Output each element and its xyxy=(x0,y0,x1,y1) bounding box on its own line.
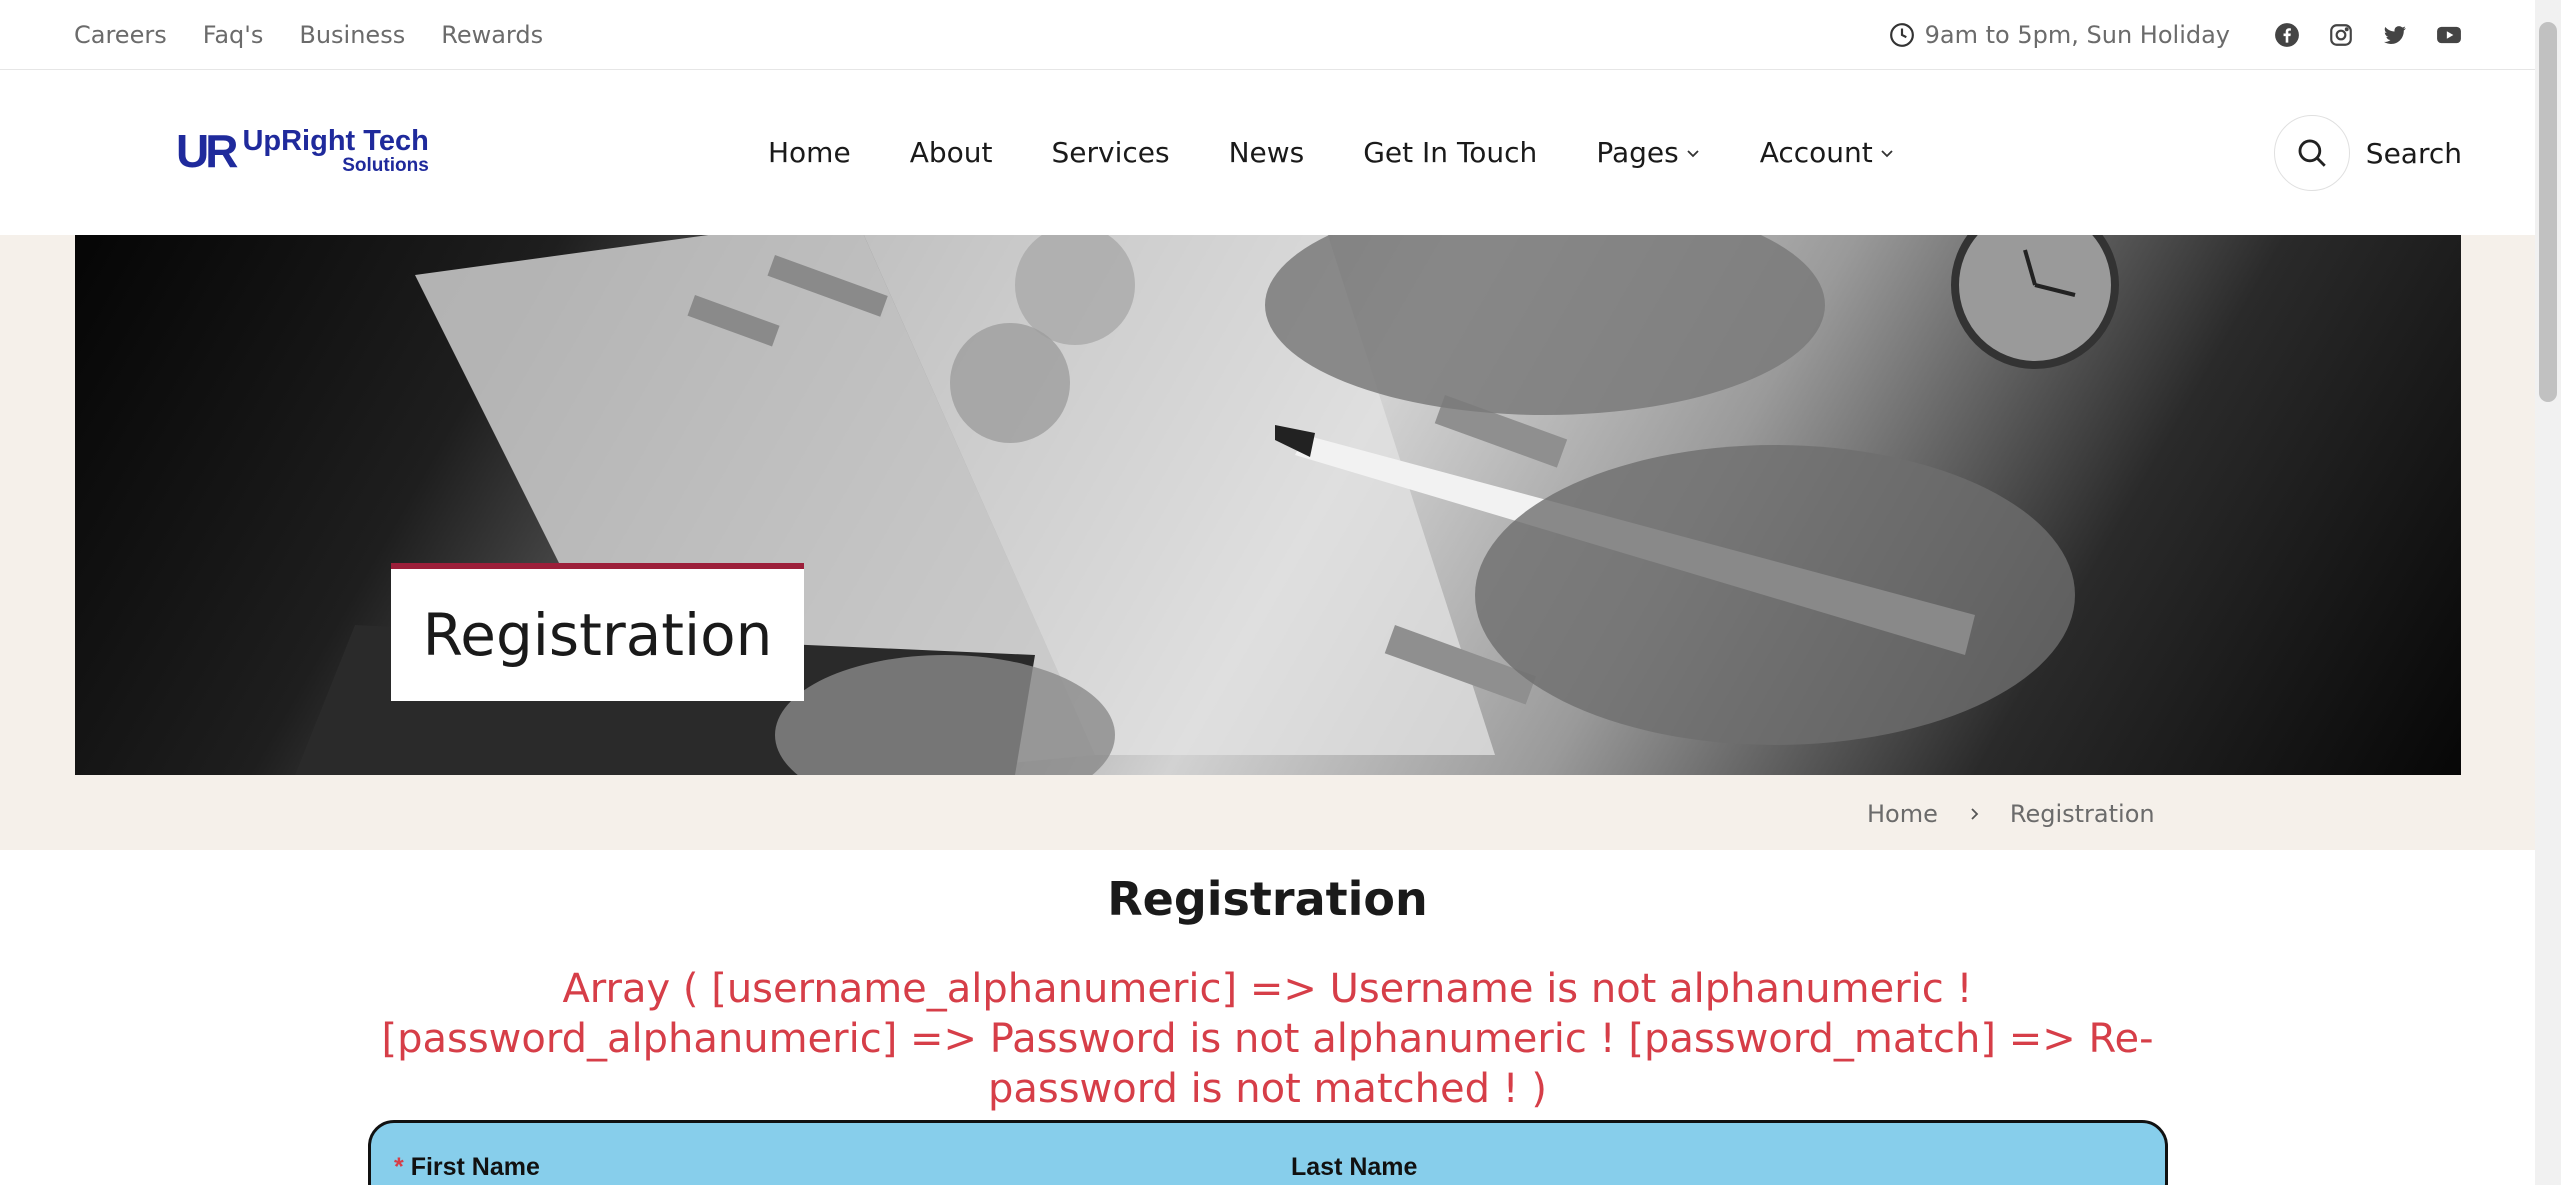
top-bar: Careers Faq's Business Rewards 9am to 5p… xyxy=(0,0,2535,70)
hero-section xyxy=(0,235,2535,850)
nav-news-label: News xyxy=(1228,136,1305,169)
logo-line2: Solutions xyxy=(342,155,429,176)
nav-home[interactable]: Home xyxy=(768,136,851,169)
first-name-label-text: First Name xyxy=(410,1153,540,1181)
chevron-right-icon xyxy=(1971,808,1979,820)
logo-text: UpRight Tech Solutions xyxy=(242,125,429,176)
top-right: 9am to 5pm, Sun Holiday xyxy=(1889,0,2462,70)
opening-hours: 9am to 5pm, Sun Holiday xyxy=(1889,21,2230,49)
hours-text: 9am to 5pm, Sun Holiday xyxy=(1924,21,2230,49)
chevron-down-icon xyxy=(1881,149,1893,157)
nav-home-label: Home xyxy=(768,136,851,169)
twitter-icon[interactable] xyxy=(2382,22,2408,48)
last-name-label: Last Name xyxy=(1291,1153,1418,1181)
youtube-icon[interactable] xyxy=(2436,22,2462,48)
nav-account-label: Account xyxy=(1759,136,1873,169)
top-link-faqs[interactable]: Faq's xyxy=(203,21,264,49)
social-links xyxy=(2274,22,2462,48)
nav-services-label: Services xyxy=(1051,136,1170,169)
facebook-icon[interactable] xyxy=(2274,22,2300,48)
error-message: Array ( [username_alphanumeric] => Usern… xyxy=(381,966,2154,1112)
main-header: UR UpRight Tech Solutions Home About Ser… xyxy=(0,70,2535,235)
search-icon xyxy=(2298,139,2326,167)
search-label[interactable]: Search xyxy=(2366,137,2462,170)
clock-icon xyxy=(1889,23,1914,47)
nav-pages[interactable]: Pages xyxy=(1596,136,1700,169)
logo-line1: UpRight Tech xyxy=(242,125,429,157)
search-button[interactable]: Search xyxy=(2273,115,2462,191)
breadcrumb: Home Registration xyxy=(1867,800,2155,828)
nav-get-in-touch[interactable]: Get In Touch xyxy=(1363,136,1537,169)
top-link-careers[interactable]: Careers xyxy=(74,21,167,49)
chevron-down-icon xyxy=(1687,149,1699,157)
page-scrollbar[interactable] xyxy=(2535,0,2561,1185)
nav-pages-label: Pages xyxy=(1596,136,1679,169)
registration-form: * First Name Last Name xyxy=(368,1120,2168,1185)
scroll-thumb[interactable] xyxy=(2539,22,2557,402)
logo-mark: UR xyxy=(176,125,238,177)
hero-title: Registration xyxy=(391,563,804,701)
search-circle[interactable] xyxy=(2273,115,2350,191)
nav-about-label: About xyxy=(909,136,993,169)
breadcrumb-home[interactable]: Home xyxy=(1867,800,1938,828)
nav-about[interactable]: About xyxy=(910,136,993,169)
site-logo[interactable]: UR UpRight Tech Solutions xyxy=(176,124,429,178)
required-marker: * xyxy=(394,1153,404,1181)
breadcrumb-current: Registration xyxy=(2009,800,2155,828)
nav-services[interactable]: Services xyxy=(1051,136,1169,169)
top-link-rewards[interactable]: Rewards xyxy=(441,21,543,49)
instagram-icon[interactable] xyxy=(2328,22,2354,48)
nav-get-in-touch-label: Get In Touch xyxy=(1363,136,1538,169)
first-name-label: * First Name xyxy=(394,1153,540,1182)
top-links: Careers Faq's Business Rewards xyxy=(74,0,543,70)
nav-account[interactable]: Account xyxy=(1760,136,1895,169)
nav-news[interactable]: News xyxy=(1229,136,1305,169)
top-link-business[interactable]: Business xyxy=(299,21,405,49)
page-heading: Registration xyxy=(1107,872,1428,926)
main-nav: Home About Services News Get In Touch Pa… xyxy=(768,70,1895,235)
